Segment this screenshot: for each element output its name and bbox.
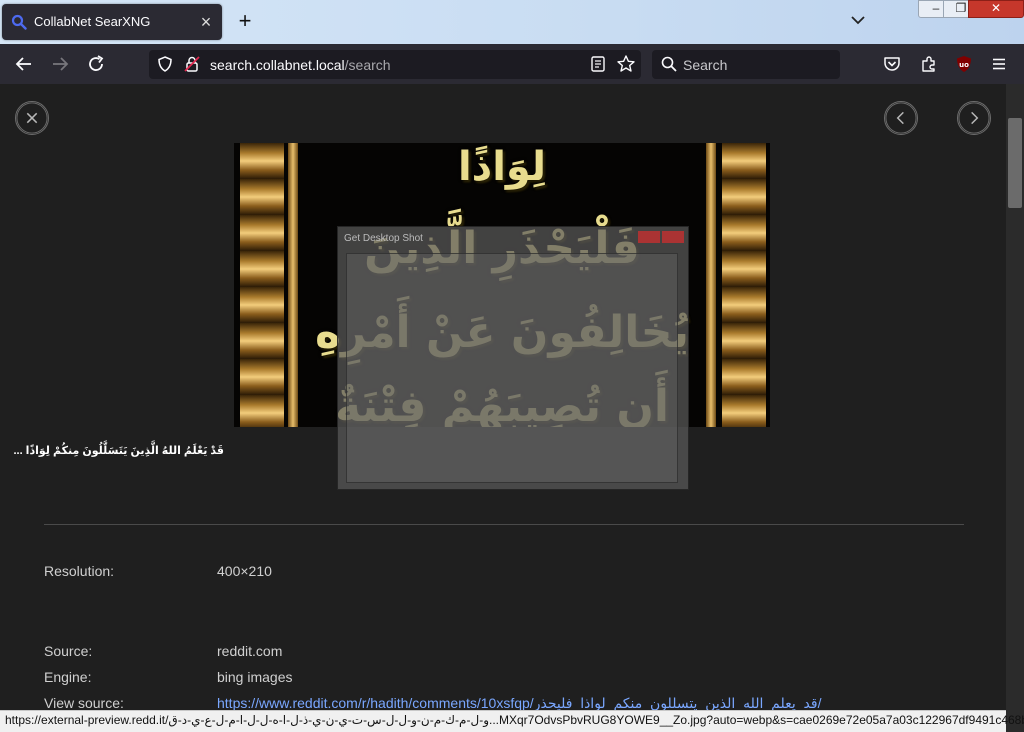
resolution-label: Resolution: [44,563,115,579]
list-all-tabs-chevron-icon[interactable] [848,10,868,30]
tab-title: CollabNet SearXNG [34,14,151,29]
svg-text:uo: uo [959,61,969,69]
pocket-icon[interactable] [882,55,902,73]
forward-arrow-icon[interactable] [49,53,71,75]
reader-view-icon[interactable] [589,55,607,73]
url-path: /search [344,57,391,73]
hamburger-menu-icon[interactable] [990,55,1008,73]
result-title-caption: قَدْ يَعْلَمُ اللهُ الَّذِينَ يَتَسَلَّل… [13,445,224,457]
next-result-icon[interactable] [957,101,991,135]
searxng-favicon-icon [11,14,27,30]
resolution-value: 400×210 [217,563,272,579]
close-detail-icon[interactable] [15,101,49,135]
ublock-origin-icon[interactable]: uo [955,55,973,73]
dialog-minimize-button[interactable] [638,231,660,243]
search-icon [661,56,677,72]
new-tab-button[interactable]: + [234,10,256,32]
dialog-close-button[interactable] [662,231,684,243]
bookmark-star-icon[interactable] [616,54,636,74]
insecure-lock-icon[interactable] [183,55,201,73]
status-url-text: https://external-preview.redd.it/و-ل-م-ك… [5,713,1024,727]
scrollbar-thumb[interactable] [1008,118,1022,208]
url-text[interactable]: search.collabnet.local/search [210,57,391,73]
source-label: Source: [44,643,93,659]
url-host: search.collabnet.local [210,57,345,73]
back-arrow-icon[interactable] [13,53,35,75]
dialog-title: Get Desktop Shot [344,233,423,244]
web-search-box[interactable] [652,50,840,79]
previous-result-icon[interactable] [884,101,918,135]
search-placeholder: Search [683,57,728,73]
dialog-content-area [346,253,678,483]
engine-value: bing images [217,669,293,685]
arabic-text-line-1: لِوَاذًا [457,144,547,190]
window-close-button[interactable]: ✕ [968,0,1024,18]
view-source-label: View source: [44,695,124,711]
reload-icon[interactable] [85,53,107,75]
tracking-protection-shield-icon[interactable] [156,55,174,73]
extensions-puzzle-icon[interactable] [919,54,939,74]
tab-close-icon[interactable]: × [196,12,216,32]
overlay-capture-dialog: Get Desktop Shot [337,226,689,490]
engine-label: Engine: [44,669,92,685]
tab-collabnet-searxng[interactable]: CollabNet SearXNG × [2,4,222,40]
source-value: reddit.com [217,643,283,659]
section-divider [44,524,964,525]
